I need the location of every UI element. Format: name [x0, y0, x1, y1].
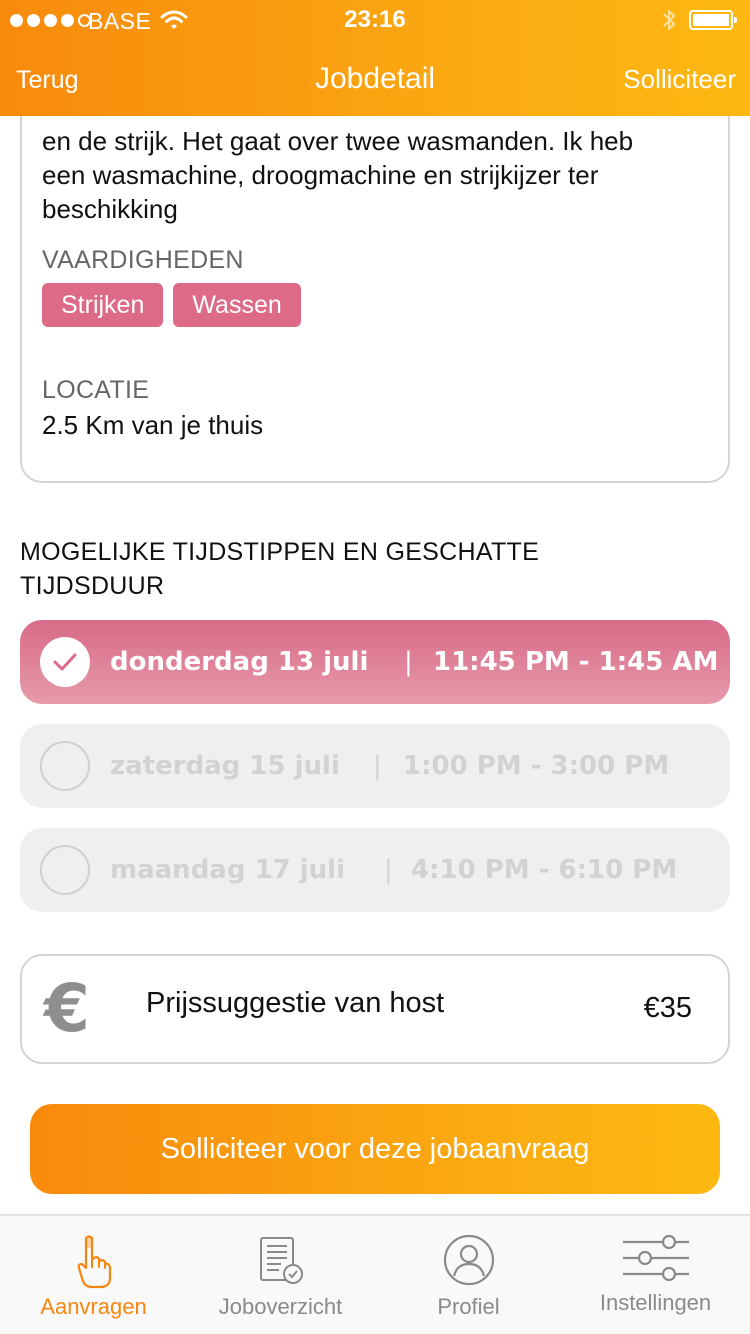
times-heading: MOGELIJKE TIJDSTIPPEN EN GESCHATTE TIJDS…: [20, 535, 640, 603]
slot-day: zaterdag 15 juli: [110, 751, 340, 781]
time-slot-option[interactable]: maandag 17 juli | 4:10 PM - 6:10 PM: [20, 828, 730, 912]
location-value: 2.5 Km van je thuis: [42, 410, 264, 440]
tab-label: Joboverzicht: [218, 1294, 343, 1319]
tab-bar: Aanvragen Joboverzicht Profiel Instellin…: [0, 1214, 750, 1334]
slot-separator: |: [404, 647, 413, 677]
description-line: een wasmachine, droogmachine en strijkij…: [42, 160, 599, 190]
slot-day: donderdag 13 juli: [110, 647, 369, 677]
skill-chip: Wassen: [173, 283, 301, 327]
skills-heading: VAARDIGHEDEN: [42, 246, 244, 274]
apply-button[interactable]: Solliciteer voor deze jobaanvraag: [30, 1104, 720, 1194]
description-line: beschikking: [42, 194, 178, 224]
status-time: 23:16: [344, 6, 406, 33]
status-bar: BASE 23:16: [0, 0, 750, 40]
unchecked-circle-icon: [40, 845, 90, 895]
apply-button-label: Solliciteer voor deze jobaanvraag: [160, 1132, 590, 1165]
job-description: en de strijk. Het gaat over twee wasmand…: [42, 124, 722, 226]
bluetooth-icon: [663, 10, 675, 30]
battery-icon: [689, 10, 737, 30]
unchecked-circle-icon: [40, 741, 90, 791]
price-value: €35: [643, 992, 692, 1024]
description-line: en de strijk. Het gaat over twee wasmand…: [42, 126, 634, 156]
times-heading-line: TIJDSDUUR: [20, 572, 165, 600]
skills-list: Strijken Wassen: [42, 283, 301, 327]
tab-label: Profiel: [437, 1294, 500, 1319]
tab-aanvragen[interactable]: Aanvragen: [0, 1216, 187, 1334]
pointing-hand-icon: [77, 1235, 111, 1289]
price-suggestion-card: € Prijssuggestie van host €35: [20, 954, 730, 1064]
user-icon: [443, 1234, 494, 1286]
slot-time: 4:10 PM - 6:10 PM: [411, 855, 678, 885]
time-slot-option[interactable]: donderdag 13 juli | 11:45 PM - 1:45 AM: [20, 620, 730, 704]
slot-time: 11:45 PM - 1:45 AM: [433, 647, 719, 677]
slot-time: 1:00 PM - 3:00 PM: [403, 751, 670, 781]
times-heading-line: MOGELIJKE TIJDSTIPPEN EN GESCHATTE: [20, 538, 540, 566]
tab-label: Aanvragen: [40, 1294, 147, 1319]
time-slot-option[interactable]: zaterdag 15 juli | 1:00 PM - 3:00 PM: [20, 724, 730, 808]
document-check-icon: [259, 1237, 303, 1284]
price-label: Prijssuggestie van host: [146, 987, 445, 1019]
euro-icon: €: [44, 970, 90, 1047]
location-heading: LOCATIE: [42, 376, 150, 404]
tab-label: Instellingen: [599, 1290, 712, 1315]
sliders-icon: [622, 1234, 689, 1282]
app-header: BASE 23:16 Terug Jobdetail Solliciteer: [0, 0, 750, 116]
tab-profiel[interactable]: Profiel: [375, 1216, 562, 1334]
skill-chip: Strijken: [42, 283, 164, 327]
apply-nav-button[interactable]: Solliciteer: [623, 64, 736, 95]
slot-day: maandag 17 juli: [110, 855, 345, 885]
checkmark-icon: [40, 637, 90, 687]
slot-separator: |: [373, 751, 382, 781]
tab-instellingen[interactable]: Instellingen: [562, 1216, 749, 1334]
slot-separator: |: [384, 855, 393, 885]
tab-joboverzicht[interactable]: Joboverzicht: [187, 1216, 374, 1334]
